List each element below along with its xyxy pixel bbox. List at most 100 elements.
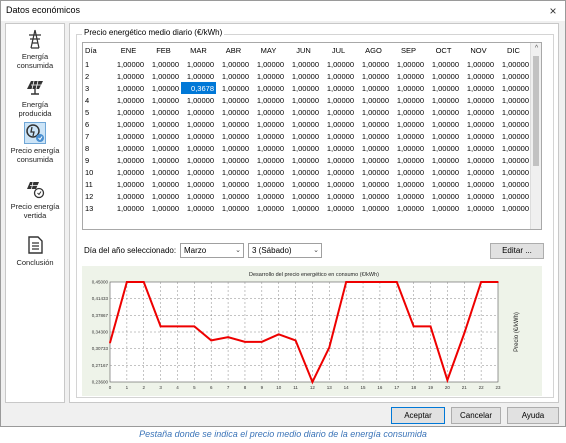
price-cell[interactable]: 1,00000 [216, 118, 251, 130]
price-cell[interactable]: 1,00000 [181, 130, 216, 142]
price-cell[interactable]: 1,00000 [111, 202, 146, 214]
price-cell[interactable]: 1,00000 [356, 190, 391, 202]
price-cell[interactable]: 1,00000 [356, 82, 391, 94]
price-cell[interactable]: 1,00000 [111, 106, 146, 118]
cancel-button[interactable]: Cancelar [451, 407, 501, 424]
price-cell[interactable]: 1,00000 [251, 154, 286, 166]
price-cell[interactable]: 1,00000 [391, 178, 426, 190]
price-cell[interactable]: 1,00000 [216, 70, 251, 82]
price-cell[interactable]: 1,00000 [426, 106, 461, 118]
price-cell[interactable]: 1,00000 [321, 154, 356, 166]
price-cell[interactable]: 1,00000 [496, 70, 531, 82]
price-cell[interactable]: 1,00000 [216, 202, 251, 214]
price-cell[interactable]: 1,00000 [181, 70, 216, 82]
price-cell[interactable]: 1,00000 [356, 94, 391, 106]
price-cell[interactable]: 1,00000 [181, 94, 216, 106]
price-cell[interactable]: 1,00000 [321, 166, 356, 178]
price-cell[interactable]: 1,00000 [426, 190, 461, 202]
price-cell[interactable]: 1,00000 [356, 118, 391, 130]
price-cell[interactable]: 1,00000 [216, 154, 251, 166]
day-select[interactable]: 3 (Sábado) ⌄ [248, 243, 322, 258]
price-cell[interactable]: 1,00000 [286, 166, 321, 178]
price-cell[interactable]: 1,00000 [286, 82, 321, 94]
price-cell[interactable]: 1,00000 [181, 154, 216, 166]
price-cell[interactable]: 1,00000 [111, 70, 146, 82]
price-cell[interactable]: 1,00000 [496, 94, 531, 106]
price-cell[interactable]: 1,00000 [496, 202, 531, 214]
price-cell[interactable]: 1,00000 [321, 130, 356, 142]
price-cell[interactable]: 1,00000 [181, 178, 216, 190]
price-cell[interactable]: 1,00000 [496, 166, 531, 178]
price-cell[interactable]: 1,00000 [461, 202, 496, 214]
price-cell[interactable]: 1,00000 [391, 190, 426, 202]
scroll-thumb[interactable] [533, 56, 539, 166]
price-cell[interactable]: 1,00000 [496, 142, 531, 154]
price-cell[interactable]: 1,00000 [146, 142, 181, 154]
price-cell[interactable]: 1,00000 [461, 190, 496, 202]
price-cell[interactable]: 1,00000 [356, 58, 391, 70]
price-cell[interactable]: 1,00000 [181, 190, 216, 202]
price-cell[interactable]: 1,00000 [286, 178, 321, 190]
price-cell[interactable]: 1,00000 [251, 70, 286, 82]
price-cell[interactable]: 1,00000 [391, 58, 426, 70]
price-cell[interactable]: 1,00000 [181, 106, 216, 118]
price-cell[interactable]: 1,00000 [216, 190, 251, 202]
price-cell[interactable]: 1,00000 [111, 154, 146, 166]
price-cell[interactable]: 1,00000 [216, 178, 251, 190]
edit-button[interactable]: Editar ... [490, 243, 544, 259]
price-cell[interactable]: 1,00000 [391, 142, 426, 154]
price-cell[interactable]: 1,00000 [286, 130, 321, 142]
price-cell[interactable]: 1,00000 [251, 130, 286, 142]
price-cell[interactable]: 1,00000 [461, 178, 496, 190]
price-cell[interactable]: 1,00000 [321, 82, 356, 94]
price-cell[interactable]: 1,00000 [461, 82, 496, 94]
price-cell[interactable]: 1,00000 [146, 178, 181, 190]
sidebar-item-precio-energia-consumida[interactable]: Precio energía consumida [6, 122, 64, 164]
price-cell[interactable]: 1,00000 [111, 94, 146, 106]
price-cell[interactable]: 1,00000 [426, 82, 461, 94]
price-cell[interactable]: 1,00000 [496, 58, 531, 70]
price-cell[interactable]: 1,00000 [391, 130, 426, 142]
price-cell[interactable]: 1,00000 [286, 118, 321, 130]
price-cell[interactable]: 1,00000 [251, 82, 286, 94]
price-cell[interactable]: 1,00000 [426, 58, 461, 70]
price-cell[interactable]: 1,00000 [286, 190, 321, 202]
price-cell[interactable]: 1,00000 [286, 70, 321, 82]
price-cell[interactable]: 1,00000 [216, 94, 251, 106]
price-cell[interactable]: 1,00000 [111, 82, 146, 94]
price-cell[interactable]: 1,00000 [111, 178, 146, 190]
price-cell[interactable]: 1,00000 [111, 130, 146, 142]
price-cell[interactable]: 1,00000 [321, 106, 356, 118]
price-cell[interactable]: 1,00000 [321, 118, 356, 130]
price-cell[interactable]: 1,00000 [426, 94, 461, 106]
price-cell[interactable]: 1,00000 [216, 166, 251, 178]
price-cell[interactable]: 1,00000 [146, 106, 181, 118]
price-cell[interactable]: 1,00000 [146, 82, 181, 94]
help-button[interactable]: Ayuda [507, 407, 559, 424]
price-cell[interactable]: 1,00000 [426, 154, 461, 166]
price-cell[interactable]: 1,00000 [356, 130, 391, 142]
price-cell[interactable]: 1,00000 [391, 118, 426, 130]
price-cell[interactable]: 1,00000 [356, 106, 391, 118]
price-cell[interactable]: 1,00000 [461, 130, 496, 142]
price-cell[interactable]: 1,00000 [181, 202, 216, 214]
price-cell[interactable]: 0,3678 [181, 82, 216, 94]
price-cell[interactable]: 1,00000 [321, 190, 356, 202]
price-cell[interactable]: 1,00000 [426, 178, 461, 190]
price-cell[interactable]: 1,00000 [146, 166, 181, 178]
price-cell[interactable]: 1,00000 [181, 142, 216, 154]
price-cell[interactable]: 1,00000 [461, 94, 496, 106]
price-cell[interactable]: 1,00000 [461, 70, 496, 82]
price-cell[interactable]: 1,00000 [146, 130, 181, 142]
price-cell[interactable]: 1,00000 [496, 130, 531, 142]
price-cell[interactable]: 1,00000 [286, 142, 321, 154]
price-cell[interactable]: 1,00000 [321, 70, 356, 82]
price-cell[interactable]: 1,00000 [146, 70, 181, 82]
sidebar-item-energia-producida[interactable]: Energía producida [6, 76, 64, 118]
price-cell[interactable]: 1,00000 [251, 142, 286, 154]
price-cell[interactable]: 1,00000 [426, 118, 461, 130]
price-cell[interactable]: 1,00000 [391, 202, 426, 214]
price-cell[interactable]: 1,00000 [251, 190, 286, 202]
price-cell[interactable]: 1,00000 [461, 142, 496, 154]
vertical-scrollbar[interactable]: ^ [530, 43, 541, 229]
